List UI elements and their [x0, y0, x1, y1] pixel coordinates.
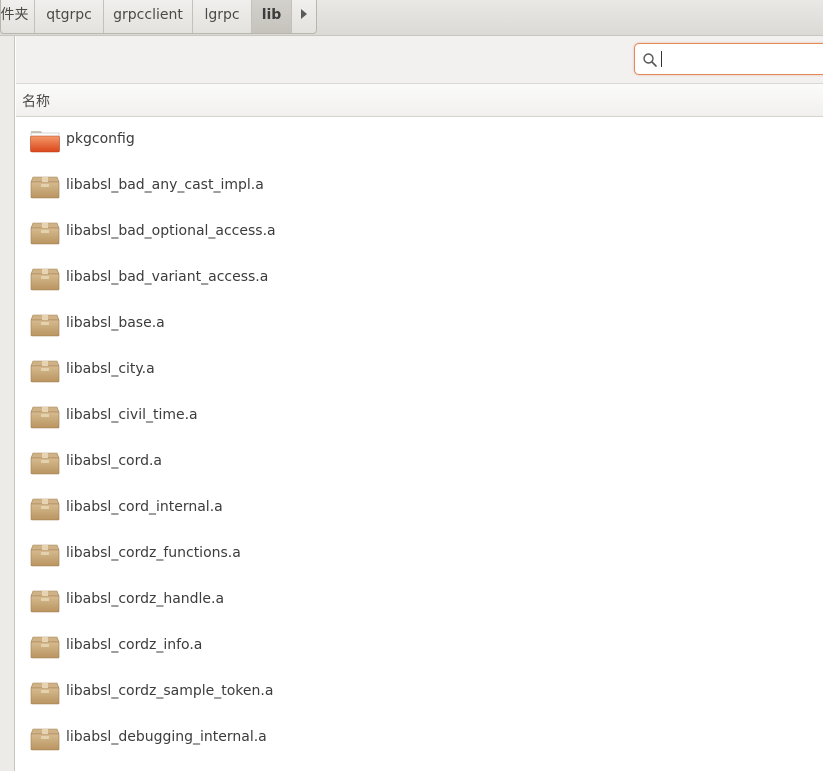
- file-name: pkgconfig: [66, 131, 135, 147]
- file-name: libabsl_cordz_handle.a: [66, 591, 225, 607]
- file-name: libabsl_cord_internal.a: [66, 499, 223, 515]
- text-cursor: [661, 51, 662, 67]
- column-header-label: 名称: [22, 94, 50, 110]
- breadcrumb-item-parent[interactable]: 文件夹: [1, 0, 35, 33]
- path-bar: 文件夹 qtgrpc grpcclient lgrpc lib: [0, 0, 823, 36]
- package-icon: [29, 676, 61, 708]
- package-icon: [29, 262, 61, 294]
- file-row[interactable]: libabsl_cordz_handle.a: [16, 577, 823, 623]
- file-row[interactable]: libabsl_base.a: [16, 301, 823, 347]
- file-row[interactable]: pkgconfig: [16, 117, 823, 163]
- file-row[interactable]: libabsl_bad_variant_access.a: [16, 255, 823, 301]
- search-box[interactable]: [634, 43, 823, 75]
- package-icon: [29, 354, 61, 386]
- file-name: libabsl_debugging_internal.a: [66, 729, 267, 745]
- file-name: libabsl_cordz_info.a: [66, 637, 203, 653]
- file-row[interactable]: libabsl_civil_time.a: [16, 393, 823, 439]
- file-row[interactable]: libabsl_cordz_functions.a: [16, 531, 823, 577]
- file-row[interactable]: libabsl_cord.a: [16, 439, 823, 485]
- package-icon: [29, 722, 61, 754]
- package-icon: [29, 492, 61, 524]
- file-name: libabsl_cord.a: [66, 453, 163, 469]
- file-row[interactable]: libabsl_city.a: [16, 347, 823, 393]
- file-list: pkgconfig libabsl_bad_any_cast_impl.a li…: [16, 117, 823, 771]
- package-icon: [29, 170, 61, 202]
- package-icon: [29, 584, 61, 616]
- file-name: libabsl_city.a: [66, 361, 155, 377]
- toolbar: [16, 36, 823, 84]
- file-row[interactable]: libabsl_cordz_info.a: [16, 623, 823, 669]
- column-header-name[interactable]: 名称: [16, 84, 823, 117]
- sidebar[interactable]: [0, 36, 15, 771]
- file-row[interactable]: libabsl_debugging_internal.a: [16, 715, 823, 761]
- package-icon: [29, 630, 61, 662]
- breadcrumb-item-grpcclient[interactable]: grpcclient: [104, 0, 193, 33]
- package-icon: [29, 446, 61, 478]
- file-name: libabsl_cordz_sample_token.a: [66, 683, 274, 699]
- search-input[interactable]: [661, 48, 823, 70]
- package-icon: [29, 216, 61, 248]
- file-name: libabsl_bad_variant_access.a: [66, 269, 269, 285]
- package-icon: [29, 308, 61, 340]
- file-name: libabsl_bad_optional_access.a: [66, 223, 276, 239]
- file-row[interactable]: libabsl_bad_any_cast_impl.a: [16, 163, 823, 209]
- file-row[interactable]: libabsl_cord_internal.a: [16, 485, 823, 531]
- file-row[interactable]: libabsl_bad_optional_access.a: [16, 209, 823, 255]
- search-icon: [643, 53, 657, 67]
- package-icon: [29, 538, 61, 570]
- file-name: libabsl_base.a: [66, 315, 165, 331]
- file-name: libabsl_civil_time.a: [66, 407, 198, 423]
- breadcrumb-item-qtgrpc[interactable]: qtgrpc: [35, 0, 104, 33]
- file-row[interactable]: libabsl_cordz_sample_token.a: [16, 669, 823, 715]
- breadcrumb: 文件夹 qtgrpc grpcclient lgrpc lib: [0, 0, 317, 34]
- file-name: libabsl_cordz_functions.a: [66, 545, 241, 561]
- breadcrumb-item-lgrpc[interactable]: lgrpc: [193, 0, 252, 33]
- folder-icon: [29, 124, 61, 156]
- breadcrumb-item-lib[interactable]: lib: [252, 0, 292, 33]
- file-name: libabsl_bad_any_cast_impl.a: [66, 177, 264, 193]
- package-icon: [29, 400, 61, 432]
- chevron-right-icon[interactable]: [292, 0, 316, 33]
